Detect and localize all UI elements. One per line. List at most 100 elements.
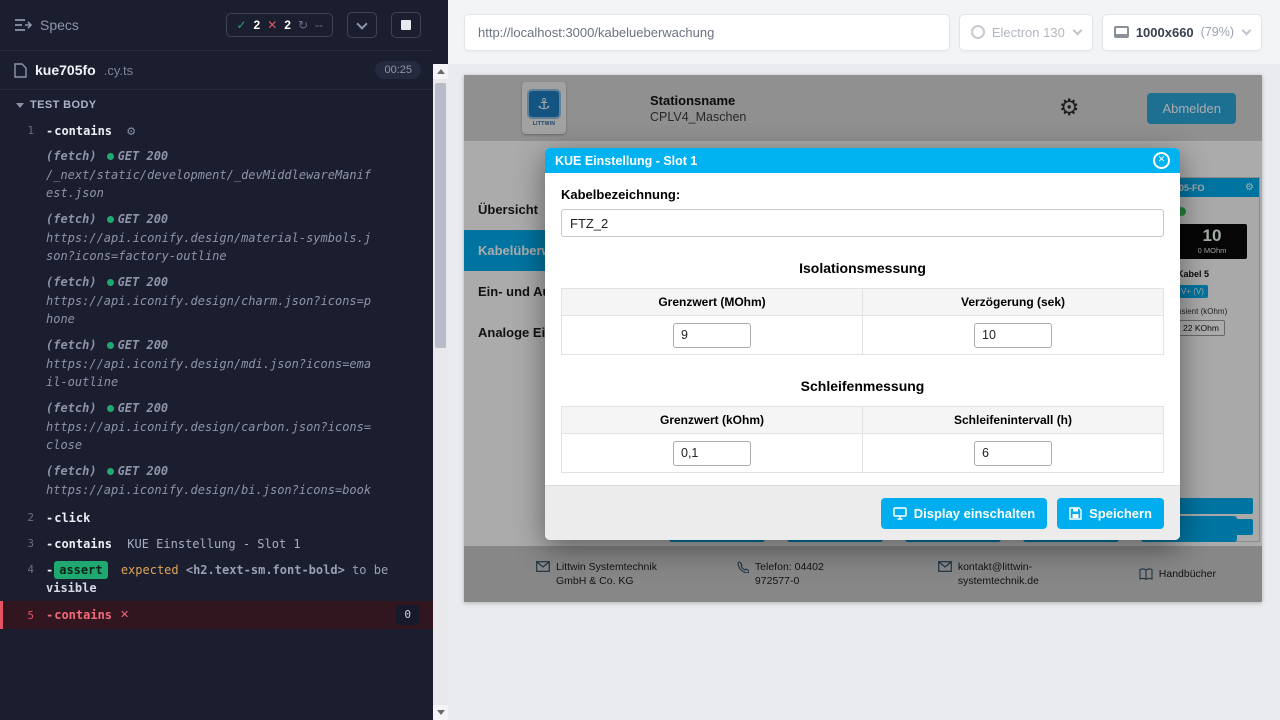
column-header: Grenzwert (kOhm) — [562, 407, 863, 434]
preview-topbar: Electron 130 1000x660 (79%) — [448, 0, 1280, 64]
save-button[interactable]: Speichern — [1057, 498, 1164, 529]
viewport-icon — [1114, 26, 1129, 38]
fetch-status: GET 200 — [118, 401, 169, 415]
status-ok-dot — [107, 216, 114, 223]
network-log-row[interactable]: (fetch)GET 200 https://api.iconify.desig… — [0, 208, 433, 271]
chevron-down-icon — [1242, 26, 1252, 36]
scroll-up-button[interactable] — [433, 64, 448, 79]
stop-icon — [401, 20, 411, 30]
command-name: contains — [46, 606, 112, 624]
assert-badge: assert — [54, 561, 107, 579]
scrollbar-thumb[interactable] — [435, 83, 446, 348]
scroll-down-button[interactable] — [433, 705, 448, 720]
display-on-button[interactable]: Display einschalten — [881, 498, 1047, 529]
arrow-down-icon — [437, 710, 445, 715]
status-ok-dot — [107, 405, 114, 412]
fetch-url: https://api.iconify.design/bi.json?icons… — [46, 481, 376, 499]
grenzwert-mohm-input[interactable] — [673, 323, 751, 348]
suite-header[interactable]: TEST BODY — [0, 90, 433, 116]
cable-name-input[interactable] — [561, 209, 1164, 237]
command-number: 4 — [0, 561, 46, 597]
save-icon — [1069, 507, 1082, 520]
spec-row[interactable]: kue705fo .cy.ts 00:25 — [0, 50, 433, 90]
column-header: Grenzwert (MOhm) — [562, 289, 863, 316]
fetch-status: GET 200 — [118, 275, 169, 289]
collapse-button[interactable] — [347, 12, 377, 38]
status-ok-dot — [107, 342, 114, 349]
command-row[interactable]: 1 contains ⚙ — [0, 118, 433, 145]
spec-name: kue705fo — [35, 62, 96, 78]
app-preview-pane: Electron 130 1000x660 (79%) ⚓ LITTWIN St… — [448, 0, 1280, 720]
command-number: 2 — [0, 509, 46, 527]
fetch-url: https://api.iconify.design/charm.json?ic… — [46, 292, 376, 328]
chevron-down-icon — [356, 18, 367, 29]
browser-icon — [971, 25, 985, 39]
fetch-label: (fetch) — [46, 149, 97, 163]
chevron-down-icon — [1072, 26, 1082, 36]
command-name: contains — [46, 124, 112, 138]
isolation-table: Grenzwert (MOhm) Verzögerung (sek) — [561, 288, 1164, 355]
status-ok-dot — [107, 468, 114, 475]
fetch-label: (fetch) — [46, 275, 97, 289]
cypress-reporter: Specs ✓ 2 ✕ 2 ↻ -- kue705fo .cy.ts 00:25… — [0, 0, 448, 720]
fetch-status: GET 200 — [118, 149, 169, 163]
network-log-row[interactable]: (fetch) GET 200 https://api.iconify.desig… — [0, 397, 433, 460]
spec-file-icon — [14, 63, 27, 78]
network-log-row[interactable]: (fetch) GET 200 https://api.iconify.desig… — [0, 271, 433, 334]
reporter-scrollbar[interactable] — [433, 64, 448, 720]
command-argument: KUE Einstellung - Slot 1 — [127, 537, 300, 551]
failed-count: 2 — [284, 18, 291, 32]
command-name: click — [46, 511, 90, 525]
schleifenintervall-input[interactable] — [974, 441, 1052, 466]
url-input[interactable] — [464, 14, 950, 51]
loop-section-title: Schleifenmessung — [561, 378, 1164, 394]
modal-title: KUE Einstellung - Slot 1 — [555, 154, 697, 168]
specs-label[interactable]: Specs — [40, 17, 79, 33]
command-name: contains — [46, 537, 112, 551]
assert-selector: <h2.text-sm.font-bold> — [186, 563, 345, 577]
passed-icon: ✓ — [236, 18, 246, 32]
suite-label: TEST BODY — [30, 99, 97, 111]
network-log-row[interactable]: (fetch) GET 200 /_next/static/development… — [0, 145, 433, 208]
fetch-label: (fetch) — [46, 464, 97, 478]
spec-timer: 00:25 — [375, 61, 421, 79]
failed-icon: ✕ — [267, 18, 277, 32]
network-log-row[interactable]: (fetch)GET 200 https://api.iconify.desig… — [0, 334, 433, 397]
reporter-header: Specs ✓ 2 ✕ 2 ↻ -- — [0, 0, 433, 50]
cable-name-label: Kabelbezeichnung: — [561, 187, 1164, 202]
fetch-label: (fetch) — [46, 212, 97, 226]
assert-row[interactable]: 4 -assert expected <h2.text-sm.font-bold… — [0, 557, 433, 601]
browser-label: Electron 130 — [992, 25, 1065, 40]
viewport-size: 1000x660 — [1136, 25, 1194, 40]
modal-footer: Display einschalten Speichern — [545, 485, 1180, 540]
fetch-url: /_next/static/development/_devMiddleware… — [46, 166, 376, 202]
fetch-status: GET 200 — [118, 338, 169, 352]
failed-command-row[interactable]: 5 contains ✕ 0 — [0, 601, 433, 630]
fetch-label: (fetch) — [46, 401, 97, 415]
command-row[interactable]: 3 contains KUE Einstellung - Slot 1 — [0, 531, 433, 557]
pending-count: -- — [315, 18, 323, 32]
command-number: 5 — [3, 607, 46, 622]
command-settings-icon: ⚙ — [126, 125, 136, 138]
app-under-test: ⚓ LITTWIN Stationsname CPLV4_Maschen ⚙ A… — [464, 75, 1262, 602]
network-log-row[interactable]: (fetch) GET 200 https://api.iconify.desig… — [0, 460, 433, 505]
fetch-status: GET 200 — [118, 464, 169, 478]
status-ok-dot — [107, 279, 114, 286]
spec-extension: .cy.ts — [104, 63, 133, 78]
status-ok-dot — [107, 153, 114, 160]
command-row[interactable]: 2 click — [0, 505, 433, 531]
fetch-url: https://api.iconify.design/carbon.json?i… — [46, 418, 376, 454]
specs-menu-icon[interactable] — [14, 18, 32, 32]
stop-button[interactable] — [391, 12, 421, 38]
fetch-url: https://api.iconify.design/material-symb… — [46, 229, 376, 265]
monitor-icon — [893, 507, 907, 520]
close-icon[interactable]: ✕ — [1153, 152, 1170, 169]
viewport-select[interactable]: 1000x660 (79%) — [1102, 14, 1262, 51]
column-header: Schleifenintervall (h) — [863, 407, 1164, 434]
grenzwert-kohm-input[interactable] — [673, 441, 751, 466]
browser-select[interactable]: Electron 130 — [959, 14, 1093, 51]
command-number: 3 — [0, 535, 46, 553]
column-header: Verzögerung (sek) — [863, 289, 1164, 316]
assert-state: visible — [46, 581, 97, 595]
verzoegerung-input[interactable] — [974, 323, 1052, 348]
